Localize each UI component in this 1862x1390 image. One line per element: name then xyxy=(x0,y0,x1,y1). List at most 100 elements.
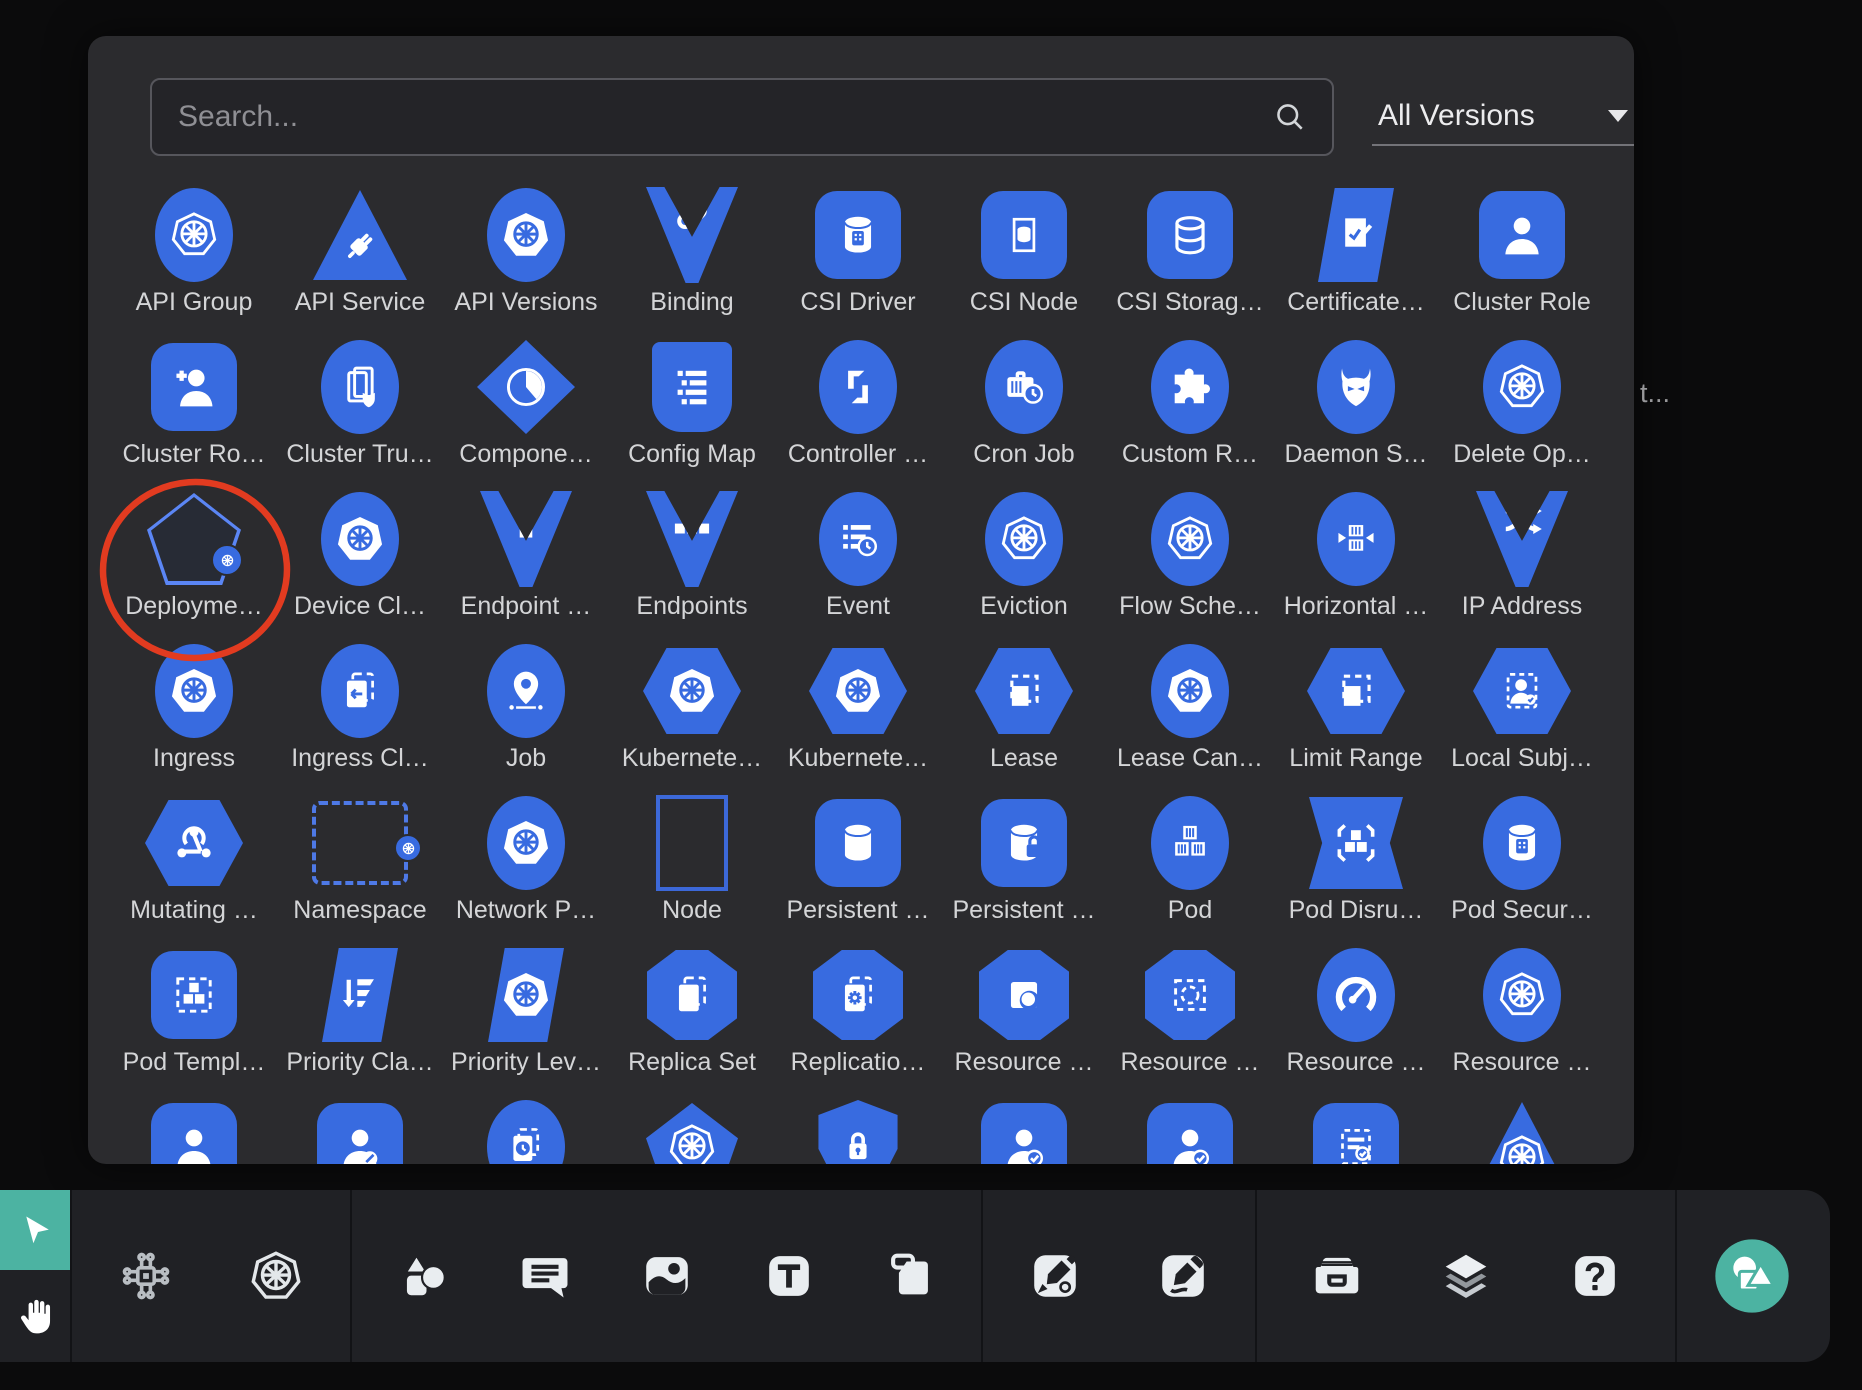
library-item-binding[interactable]: Binding xyxy=(609,184,775,336)
library-item-label: Pod Templ… xyxy=(123,1048,266,1077)
library-item-label: Device Cl… xyxy=(294,592,426,621)
library-item-pod-secur[interactable]: Pod Secur… xyxy=(1439,792,1605,944)
comment-tool[interactable] xyxy=(515,1246,575,1306)
library-item-delete-op[interactable]: Delete Op… xyxy=(1439,336,1605,488)
library-item-mutating[interactable]: Mutating … xyxy=(111,792,277,944)
library-item-resource[interactable]: Resource … xyxy=(941,944,1107,1096)
library-item-resource[interactable]: Resource … xyxy=(1273,944,1439,1096)
library-item-endpoints[interactable]: Endpoints xyxy=(609,488,775,640)
library-item-local-subj[interactable]: Local Subj… xyxy=(1439,640,1605,792)
library-item-horizontal[interactable]: Horizontal … xyxy=(1273,488,1439,640)
library-item-flow-sche[interactable]: Flow Sche… xyxy=(1107,488,1273,640)
library-item-lock[interactable] xyxy=(775,1096,941,1164)
library-item-docs-clock[interactable] xyxy=(443,1096,609,1164)
canvas[interactable]: All Versions API Group API Service API Ver… xyxy=(0,0,1862,1390)
doc-shield-icon xyxy=(321,336,399,438)
shapes-tool[interactable] xyxy=(393,1246,453,1306)
layers-tool[interactable] xyxy=(1436,1246,1496,1306)
select-tool[interactable] xyxy=(0,1190,70,1270)
library-item-persistent[interactable]: Persistent … xyxy=(941,792,1107,944)
version-filter-dropdown[interactable]: All Versions xyxy=(1372,88,1634,146)
library-item-replicatio[interactable]: Replicatio… xyxy=(775,944,941,1096)
library-item-csi-storag[interactable]: CSI Storag… xyxy=(1107,184,1273,336)
library-item-k8s-wheel[interactable] xyxy=(609,1096,775,1164)
pencil-tool[interactable] xyxy=(1153,1246,1213,1306)
library-item-endpoint[interactable]: Endpoint … xyxy=(443,488,609,640)
gauge-icon xyxy=(1317,944,1395,1046)
icon-grid: API GroupAPI ServiceAPI VersionsBindingC… xyxy=(111,184,1605,1164)
library-item-compone[interactable]: Compone… xyxy=(443,336,609,488)
library-item-label: Replicatio… xyxy=(791,1048,926,1077)
library-item-kubernete[interactable]: Kubernete… xyxy=(775,640,941,792)
library-item-cluster-role[interactable]: Cluster Role xyxy=(1439,184,1605,336)
library-item-priority-cla[interactable]: Priority Cla… xyxy=(277,944,443,1096)
library-item-node[interactable]: Node xyxy=(609,792,775,944)
library-item-custom-r[interactable]: Custom R… xyxy=(1107,336,1273,488)
image-tool[interactable] xyxy=(637,1246,697,1306)
toolbar-panel xyxy=(983,1190,1255,1362)
library-item-api-versions[interactable]: API Versions xyxy=(443,184,609,336)
library-item-namespace[interactable]: Namespace xyxy=(277,792,443,944)
library-item-list-check-dash[interactable] xyxy=(1273,1096,1439,1164)
library-item-certificate[interactable]: Certificate… xyxy=(1273,184,1439,336)
library-item-api-service[interactable]: API Service xyxy=(277,184,443,336)
library-item-lease-can[interactable]: Lease Can… xyxy=(1107,640,1273,792)
kubernetes-library-tool[interactable] xyxy=(246,1246,306,1306)
library-item-job[interactable]: Job xyxy=(443,640,609,792)
library-item-csi-driver[interactable]: CSI Driver xyxy=(775,184,941,336)
pen-tool[interactable] xyxy=(1025,1246,1085,1306)
library-item-cron-job[interactable]: Cron Job xyxy=(941,336,1107,488)
library-item-persistent[interactable]: Persistent … xyxy=(775,792,941,944)
shape-library-tool[interactable] xyxy=(1722,1246,1782,1306)
pod-boxes-icon xyxy=(1151,792,1229,894)
library-item-pod-templ[interactable]: Pod Templ… xyxy=(111,944,277,1096)
library-item-ip-address[interactable]: IP Address xyxy=(1439,488,1605,640)
library-item-cluster-ro[interactable]: Cluster Ro… xyxy=(111,336,277,488)
library-item-pod-disru[interactable]: Pod Disru… xyxy=(1273,792,1439,944)
person-check-icon xyxy=(981,1096,1067,1164)
library-item-kubernete[interactable]: Kubernete… xyxy=(609,640,775,792)
library-item-k8s-wheel[interactable] xyxy=(1439,1096,1605,1164)
library-item-person-check[interactable] xyxy=(1107,1096,1273,1164)
library-item-event[interactable]: Event xyxy=(775,488,941,640)
library-item-label: API Service xyxy=(295,288,426,317)
search-input[interactable] xyxy=(152,100,1272,134)
pod-dash-icon xyxy=(151,944,237,1046)
library-item-limit-range[interactable]: Limit Range xyxy=(1273,640,1439,792)
library-item-controller[interactable]: Controller … xyxy=(775,336,941,488)
library-item-ingress-cl[interactable]: Ingress Cl… xyxy=(277,640,443,792)
pie-clock-icon xyxy=(477,336,575,438)
box-flow-down-icon xyxy=(480,488,572,590)
library-item-person-check[interactable] xyxy=(941,1096,1107,1164)
person-icon xyxy=(151,1096,237,1164)
library-item-api-group[interactable]: API Group xyxy=(111,184,277,336)
library-item-label: Limit Range xyxy=(1289,744,1422,773)
library-item-csi-node[interactable]: CSI Node xyxy=(941,184,1107,336)
library-item-label: Controller … xyxy=(788,440,928,469)
library-item-replica-set[interactable]: Replica Set xyxy=(609,944,775,1096)
help-tool[interactable] xyxy=(1565,1246,1625,1306)
k8s-wheel-icon xyxy=(1151,488,1229,590)
library-item-person-link[interactable] xyxy=(277,1096,443,1164)
library-item-resource[interactable]: Resource … xyxy=(1439,944,1605,1096)
library-item-resource[interactable]: Resource … xyxy=(1107,944,1273,1096)
library-item-daemon-s[interactable]: Daemon S… xyxy=(1273,336,1439,488)
library-item-config-map[interactable]: Config Map xyxy=(609,336,775,488)
library-item-label: CSI Node xyxy=(970,288,1078,317)
library-item-network-p[interactable]: Network P… xyxy=(443,792,609,944)
library-item-cluster-tru[interactable]: Cluster Tru… xyxy=(277,336,443,488)
library-item-pod[interactable]: Pod xyxy=(1107,792,1273,944)
annotation-ellipse[interactable] xyxy=(94,472,296,668)
text-tool[interactable] xyxy=(759,1246,819,1306)
chat-bubble-icon xyxy=(516,1247,574,1305)
diagram-tool[interactable] xyxy=(116,1246,176,1306)
library-item-lease[interactable]: Lease xyxy=(941,640,1107,792)
library-item-device-cl[interactable]: Device Cl… xyxy=(277,488,443,640)
library-item-eviction[interactable]: Eviction xyxy=(941,488,1107,640)
library-item-priority-lev[interactable]: Priority Lev… xyxy=(443,944,609,1096)
library-item-person[interactable] xyxy=(111,1096,277,1164)
sticky-note-tool[interactable] xyxy=(881,1246,941,1306)
k8s-wheel-solid-icon xyxy=(488,944,564,1046)
archive-tool[interactable] xyxy=(1307,1246,1367,1306)
pan-tool[interactable] xyxy=(0,1270,70,1362)
